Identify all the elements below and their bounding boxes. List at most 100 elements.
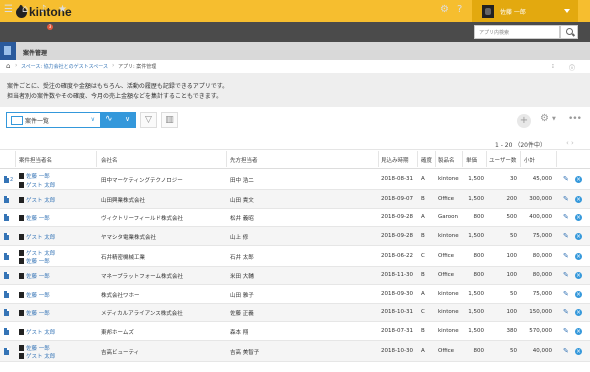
pagination-arrows[interactable]: ‹ › [566,139,574,147]
column-header[interactable]: ユーザー数 [489,156,516,164]
user-avatar [19,233,24,240]
menu-icon[interactable]: ☰ [4,4,13,15]
record-detail-icon[interactable] [4,327,9,335]
column-header[interactable]: 単価 [466,156,477,164]
delete-icon[interactable]: × [575,272,582,280]
edit-icon[interactable]: ✎ [563,290,569,298]
delete-icon[interactable]: × [575,347,582,355]
filter-button[interactable]: ▽ [140,112,157,128]
assignee-link[interactable]: 佐藤 一郎 [19,214,50,222]
assignee-link[interactable]: ゲスト 太郎 [19,249,55,257]
product-name: Office [438,252,455,259]
assignee-link[interactable]: ゲスト 太郎 [19,352,55,360]
star-icon[interactable]: ★ [58,4,67,15]
assignee-name: 佐藤 一郎 [26,174,50,180]
column-header[interactable]: 先方担当者 [230,156,258,164]
delete-icon[interactable]: × [575,176,582,183]
column-header[interactable]: 製品名 [438,156,455,164]
unit-price: 800 [473,252,485,259]
column-header[interactable]: 会社名 [101,156,118,164]
assignee-name: 佐藤 一郎 [26,345,50,352]
add-record-button[interactable]: + [517,114,531,128]
edit-icon[interactable]: ✎ [563,252,569,260]
column-divider [462,151,463,167]
chevron-down-icon: ∨ [90,116,95,123]
more-options-icon[interactable]: ••• [568,114,582,124]
user-menu[interactable]: 佐藤 一郎 [472,0,578,22]
contact-name: 山上 修 [230,234,249,241]
assignee-link[interactable]: ゲスト 太郎 [19,233,55,241]
company-name: 田中マーケティングテクノロジー [101,178,183,184]
help-icon[interactable]: ? [457,4,462,15]
gear-icon[interactable]: ⚙ [540,113,549,124]
column-header[interactable]: 小計 [524,156,535,164]
record-detail-icon[interactable] [4,232,9,240]
edit-icon[interactable]: ✎ [563,347,569,355]
unit-price: 1,500 [468,232,484,239]
record-detail-icon[interactable] [4,347,9,355]
assignee-name: ゲスト 太郎 [26,234,56,241]
record-detail-icon[interactable] [4,195,9,203]
confidence-rank: A [421,176,425,182]
edit-icon[interactable]: ✎ [563,308,569,316]
assignee-link[interactable]: ゲスト 太郎 [19,196,55,204]
assignee-name: ゲスト 太郎 [26,354,56,360]
edit-icon[interactable]: ✎ [563,232,569,240]
assignee-link[interactable]: 佐藤 一郎 [19,257,50,265]
contact-name: 田中 浩二 [230,178,254,184]
edit-icon[interactable]: ✎ [563,327,569,335]
user-count: 50 [510,347,517,354]
edit-icon[interactable]: ✎ [563,271,569,279]
assignee-link[interactable]: 佐藤 一郎 [19,291,50,299]
assignee-link[interactable]: 佐藤 一郎 [19,344,50,352]
edit-icon[interactable]: ✎ [563,195,569,203]
record-detail-icon[interactable] [4,214,9,222]
delete-icon[interactable]: × [575,232,582,240]
assignee-link[interactable]: 佐藤 一郎 [19,172,50,180]
assignee-link[interactable]: 佐藤 一郎 [19,272,50,280]
subtotal: 570,000 [529,327,552,334]
home-icon[interactable]: ⌂ [6,62,10,70]
record-detail-icon[interactable] [4,272,9,280]
column-header[interactable]: 見込み時期 [381,156,409,164]
record-detail-icon[interactable] [4,290,9,298]
expected-date: 2018-10-30 [381,347,413,354]
record-detail-icon[interactable] [4,309,9,317]
view-selector[interactable]: 案件一覧 ∨ [6,112,101,128]
contact-name: 山田 貴文 [230,197,254,204]
pin-icon[interactable]: ⁝ [552,63,554,70]
record-detail-icon[interactable] [4,252,9,260]
assignee-link[interactable]: ゲスト 太郎 [19,328,55,336]
graph-selector-button[interactable]: ∿ ∨ [101,112,136,128]
home-icon[interactable]: ⌂ [22,4,28,15]
record-detail-icon[interactable] [4,176,9,183]
column-header[interactable]: 確度 [421,156,432,164]
assignee-link[interactable]: 佐藤 一郎 [19,309,50,317]
delete-icon[interactable]: × [575,214,582,222]
delete-icon[interactable]: × [575,309,582,317]
info-icon[interactable]: ⓘ [569,63,575,72]
line-graph-icon: ∿ [105,114,113,124]
delete-icon[interactable]: × [575,252,582,260]
chevron-down-icon: ∨ [125,115,131,123]
delete-icon[interactable]: × [575,195,582,203]
breadcrumb-space[interactable]: スペース: 協力会社とのゲストスペース [21,63,108,70]
app-search-input[interactable]: アプリ内検索 [474,25,560,39]
gear-icon[interactable]: ⚙ [440,4,449,15]
search-button[interactable] [560,25,578,39]
user-avatar [19,249,24,256]
delete-icon[interactable]: × [575,290,582,298]
user-avatar [19,328,24,335]
assignee-link[interactable]: ゲスト 太郎 [19,181,55,189]
user-avatar [19,353,24,359]
bell-icon[interactable]: ♪ [40,4,46,15]
description-line: 案件ごとに、受注の確度や金額はもちろん、活動の履歴も記録できるアプリです。 [7,83,229,90]
chart-button[interactable]: ▥ [161,112,178,128]
column-divider [417,151,418,167]
edit-icon[interactable]: ✎ [563,175,569,183]
breadcrumb-separator: › [15,62,18,69]
user-avatar [19,344,24,351]
delete-icon[interactable]: × [575,327,582,335]
column-header[interactable]: 案件担当者名 [19,156,52,164]
edit-icon[interactable]: ✎ [563,213,569,221]
